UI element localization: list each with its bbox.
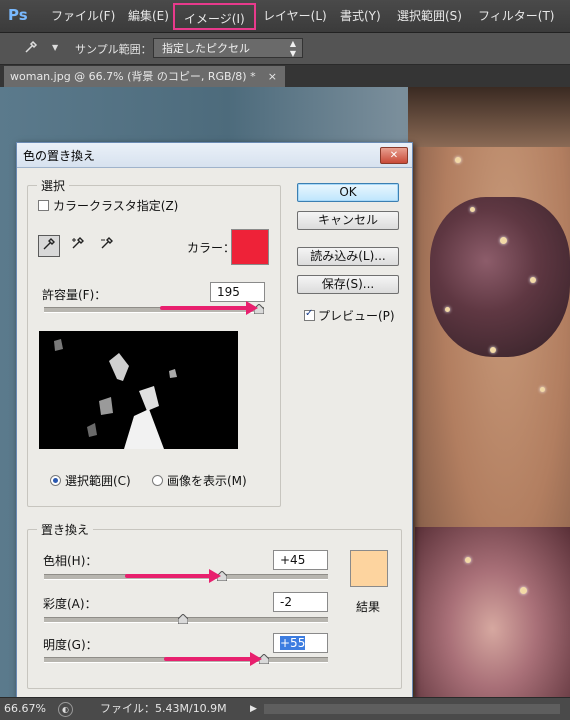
sample-size-select[interactable]: 指定したピクセル ▲ ▼ xyxy=(153,38,303,58)
color-label: カラー： xyxy=(187,241,236,255)
selection-group-title: 選択 xyxy=(37,177,70,194)
status-menu-arrow-icon[interactable]: ▶ xyxy=(250,698,257,720)
menu-image[interactable]: イメージ(I) xyxy=(173,3,256,30)
tool-preset-chevron-down-icon[interactable]: ▼ xyxy=(52,43,58,52)
show-selection-label: 選択範囲(C) xyxy=(65,474,131,488)
sample-size-label: サンプル範囲： xyxy=(75,43,152,56)
photo-hair xyxy=(408,87,570,147)
photo-jewel xyxy=(490,347,496,353)
show-selection-radio[interactable] xyxy=(50,475,61,486)
photo-jewel xyxy=(465,557,471,563)
selection-mask-image xyxy=(54,339,177,449)
menu-type[interactable]: 書式(Y) xyxy=(340,0,381,32)
photo-jewel xyxy=(455,157,461,163)
saturation-input[interactable]: -2 xyxy=(273,592,328,612)
save-button[interactable]: 保存(S)... xyxy=(297,275,399,294)
menu-file[interactable]: ファイル(F) xyxy=(51,0,115,32)
photo-jewel xyxy=(540,387,545,392)
photo-jewel xyxy=(520,587,527,594)
horizontal-scrollbar[interactable] xyxy=(264,704,560,714)
selection-preview xyxy=(39,331,238,449)
preview-label: プレビュー(P) xyxy=(318,309,395,323)
close-tab-icon[interactable]: × xyxy=(268,66,277,87)
options-bar: ▼ サンプル範囲： 指定したピクセル ▲ ▼ xyxy=(0,33,570,65)
document-tab-title: woman.jpg @ 66.7% (背景 のコピー, RGB/8) * xyxy=(10,70,256,83)
select-arrows-icon: ▲ ▼ xyxy=(289,39,296,58)
preview-checkbox[interactable] xyxy=(304,308,315,321)
annotation-arrow xyxy=(160,301,258,315)
menu-filter[interactable]: フィルター(T) xyxy=(478,0,554,32)
hue-label: 色相(H)： xyxy=(43,554,98,568)
lightness-label: 明度(G)： xyxy=(43,638,98,652)
photo-jewel xyxy=(530,277,536,283)
saturation-slider-thumb[interactable] xyxy=(178,614,189,624)
document-tab-bar: woman.jpg @ 66.7% (背景 のコピー, RGB/8) * × xyxy=(0,65,570,87)
result-color-swatch[interactable] xyxy=(350,550,388,587)
cancel-button[interactable]: キャンセル xyxy=(297,211,399,230)
info-icon[interactable]: ◐ xyxy=(58,702,73,717)
lightness-value: +55 xyxy=(280,636,306,650)
show-image-radio[interactable] xyxy=(152,475,163,486)
menu-layer[interactable]: レイヤー(L) xyxy=(263,0,327,32)
localized-color-clusters-label: カラークラスタ指定(Z) xyxy=(53,199,179,213)
hue-input[interactable]: +45 xyxy=(273,550,328,570)
fuzziness-label: 許容量(F)： xyxy=(42,288,107,302)
menu-edit[interactable]: 編集(E) xyxy=(128,0,169,32)
show-image-label: 画像を表示(M) xyxy=(167,474,247,488)
eyedropper-plus-icon xyxy=(72,237,84,249)
selected-color-swatch[interactable] xyxy=(231,229,269,265)
replacement-group-title: 置き換え xyxy=(37,521,94,538)
sample-size-value: 指定したピクセル xyxy=(162,42,250,55)
photoshop-logo: Ps xyxy=(8,6,28,24)
photo-jewel xyxy=(470,207,475,212)
photo-jeweled-belt xyxy=(415,527,570,697)
add-to-sample-button[interactable] xyxy=(67,235,89,257)
file-size-info[interactable]: ファイル：5.43M/10.9M xyxy=(100,698,227,720)
menu-bar: Ps ファイル(F) 編集(E) イメージ(I) レイヤー(L) 書式(Y) 選… xyxy=(0,0,570,33)
load-button[interactable]: 読み込み(L)... xyxy=(297,247,399,266)
lightness-input[interactable]: +55 xyxy=(273,633,328,653)
dialog-title: 色の置き換え xyxy=(23,149,96,163)
eyedropper-tool-button[interactable] xyxy=(38,235,60,257)
fuzziness-input[interactable]: 195 xyxy=(210,282,265,302)
eyedropper-icon[interactable] xyxy=(24,40,38,54)
subtract-from-sample-button[interactable] xyxy=(96,235,118,257)
replace-color-dialog: 色の置き換え ✕ 選択 カラークラスタ指定(Z) カラー： 許容量(F)： 19… xyxy=(16,142,413,698)
eyedropper-minus-icon xyxy=(101,237,113,249)
localized-color-clusters-checkbox[interactable] xyxy=(38,200,49,211)
result-label: 結果 xyxy=(356,600,381,614)
annotation-arrow xyxy=(164,652,262,666)
dialog-close-button[interactable]: ✕ xyxy=(380,147,408,164)
saturation-label: 彩度(A)： xyxy=(43,597,97,611)
status-bar: 66.67% ◐ ファイル：5.43M/10.9M ▶ xyxy=(0,697,570,720)
photo-jewel xyxy=(445,307,450,312)
eyedropper-icon xyxy=(43,238,55,250)
dialog-title-bar[interactable]: 色の置き換え ✕ xyxy=(17,143,412,168)
photo-jewel xyxy=(500,237,507,244)
annotation-arrow xyxy=(125,569,221,583)
photo-jeweled-top xyxy=(430,197,570,357)
document-tab[interactable]: woman.jpg @ 66.7% (背景 のコピー, RGB/8) * × xyxy=(4,66,285,87)
ok-button[interactable]: OK xyxy=(297,183,399,202)
menu-select[interactable]: 選択範囲(S) xyxy=(397,0,462,32)
zoom-level[interactable]: 66.67% xyxy=(4,698,54,720)
